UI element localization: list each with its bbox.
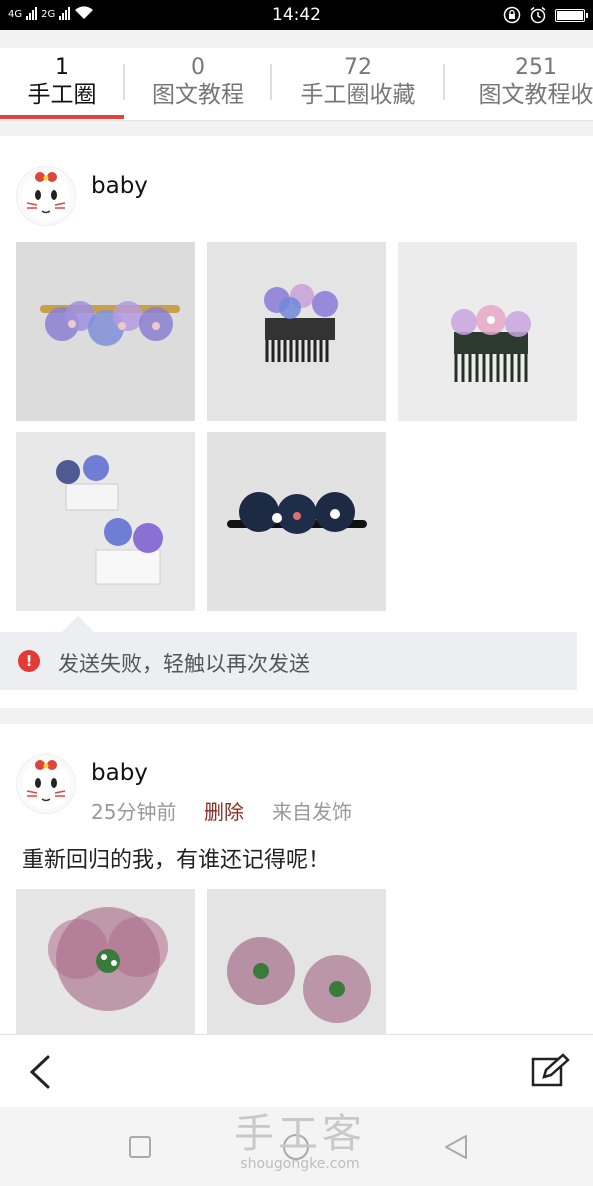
battery-icon bbox=[555, 8, 588, 22]
chevron-left-icon[interactable] bbox=[26, 1053, 54, 1091]
alarm-icon bbox=[530, 6, 546, 24]
post-source[interactable]: 来自发饰 bbox=[272, 796, 352, 825]
edit-icon[interactable] bbox=[530, 1053, 570, 1089]
rotation-lock-icon bbox=[503, 6, 521, 24]
tab-divider bbox=[443, 64, 445, 100]
post-time: 25分钟前 bbox=[91, 800, 177, 824]
delete-button[interactable]: 删除 bbox=[204, 796, 244, 825]
tab-label: 图文教程 bbox=[152, 82, 244, 108]
watermark: 手工客 shougongke.com bbox=[200, 1108, 400, 1172]
post-image[interactable] bbox=[207, 242, 386, 421]
status-bar: 4G 2G 14:42 bbox=[0, 0, 593, 30]
tab-handcraft-circle[interactable]: 1 手工圈 bbox=[0, 56, 124, 110]
post-image[interactable] bbox=[398, 242, 577, 421]
tab-circle-favorites[interactable]: 72 手工圈收藏 bbox=[272, 56, 444, 110]
tab-label: 手工圈收藏 bbox=[300, 82, 416, 108]
tab-divider bbox=[270, 64, 272, 100]
username[interactable]: baby bbox=[91, 760, 148, 786]
post-text: 重新回归的我，有谁还记得呢！ bbox=[22, 848, 331, 873]
tab-count: 0 bbox=[191, 55, 205, 80]
tab-label: 手工圈 bbox=[27, 82, 97, 108]
error-callout-arrow bbox=[62, 616, 94, 632]
back-nav-icon[interactable] bbox=[442, 1133, 470, 1161]
profile-tabs: 1 手工圈 0 图文教程 72 手工圈收藏 251 图文教程收 bbox=[0, 48, 593, 121]
tab-tutorial-favorites[interactable]: 251 图文教程收 bbox=[446, 56, 593, 110]
post-image[interactable] bbox=[207, 889, 386, 1034]
tab-tutorials[interactable]: 0 图文教程 bbox=[126, 56, 270, 110]
post-image[interactable] bbox=[16, 889, 195, 1034]
username[interactable]: baby bbox=[91, 173, 148, 199]
watermark-url: shougongke.com bbox=[240, 1156, 360, 1172]
post-image[interactable] bbox=[16, 242, 195, 421]
watermark-title: 手工客 bbox=[234, 1111, 366, 1157]
tab-divider bbox=[123, 64, 125, 100]
tab-count: 72 bbox=[344, 55, 372, 80]
tab-count: 251 bbox=[515, 55, 557, 80]
avatar[interactable] bbox=[16, 754, 76, 814]
send-failed-message[interactable]: 发送失败，轻触以再次发送 bbox=[58, 648, 310, 678]
avatar[interactable] bbox=[16, 166, 76, 226]
tab-label: 图文教程收 bbox=[478, 82, 593, 108]
tab-count: 1 bbox=[55, 55, 69, 80]
bottom-toolbar bbox=[0, 1034, 593, 1108]
error-icon: ! bbox=[18, 650, 40, 672]
post-image[interactable] bbox=[16, 432, 195, 611]
recent-apps-icon[interactable] bbox=[128, 1135, 152, 1159]
active-tab-indicator bbox=[0, 115, 124, 119]
post-card: baby bbox=[0, 724, 593, 1034]
post-image[interactable] bbox=[207, 432, 386, 611]
status-icons bbox=[503, 6, 588, 24]
